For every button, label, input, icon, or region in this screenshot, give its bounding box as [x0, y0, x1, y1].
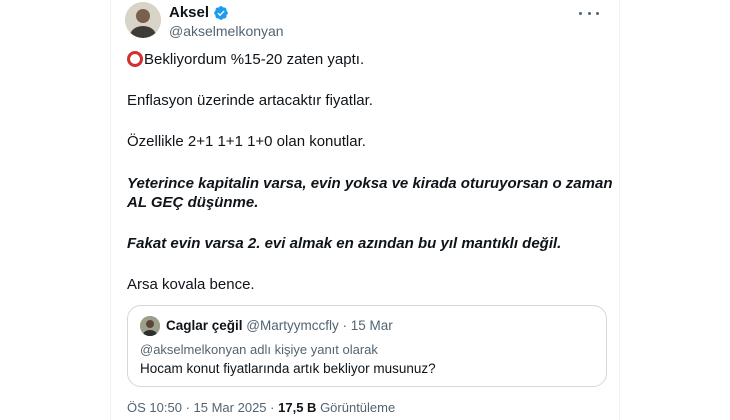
quote-author-name[interactable]: Caglar çeğil [166, 318, 243, 333]
tweet-line-7: Arsa kovala bence. [127, 276, 255, 293]
tweet-line-4: Yeterince kapitalin varsa, evin yoksa ve… [127, 175, 613, 192]
tweet-line-1: Bekliyordum %15-20 zaten yaptı. [127, 50, 364, 70]
tweet-meta: ÖS 10:50 · 15 Mar 2025 · 17,5 B Görüntül… [127, 400, 395, 415]
tweet-date[interactable]: 15 Mar 2025 [194, 400, 267, 415]
verified-badge-icon [213, 5, 229, 21]
tweet-line-6: Fakat evin varsa 2. evi almak en azından… [127, 235, 562, 252]
tweet-line-5: AL GEÇ düşünme. [127, 194, 259, 211]
red-circle-icon [127, 51, 143, 67]
more-options-icon[interactable] [579, 6, 599, 20]
quote-author-avatar[interactable] [140, 316, 160, 336]
meta-separator-2: · [270, 400, 275, 415]
tweet-line-3: Özellikle 2+1 1+1 1+0 olan konutlar. [127, 133, 366, 150]
author-display-name[interactable]: Aksel [169, 4, 209, 21]
meta-separator-1: · [185, 400, 190, 415]
author-handle[interactable]: @akselmelkonyan [169, 23, 284, 39]
author-name-row: Aksel [169, 4, 229, 21]
quoted-tweet[interactable]: Caglar çeğil @Martyymccfly · 15 Mar @aks… [127, 305, 607, 387]
quote-header: Caglar çeğil @Martyymccfly · 15 Mar [166, 318, 393, 333]
quote-text: Hocam konut fiyatlarında artık bekliyor … [140, 361, 436, 376]
quote-author-handle[interactable]: @Martyymccfly [246, 318, 338, 333]
tweet-time[interactable]: ÖS 10:50 [127, 400, 182, 415]
quote-date[interactable]: 15 Mar [351, 318, 393, 333]
tweet-line-2: Enflasyon üzerinde artacaktır fiyatlar. [127, 92, 373, 109]
author-avatar[interactable] [125, 2, 161, 38]
quote-reply-context: @akselmelkonyan adlı kişiye yanıt olarak [140, 342, 378, 357]
quote-separator: · [342, 318, 348, 333]
tweet-card: Aksel @akselmelkonyan Bekliyordum %15-20… [110, 0, 620, 420]
views-label: Görüntüleme [320, 400, 396, 415]
views-count: 17,5 B [278, 400, 317, 415]
